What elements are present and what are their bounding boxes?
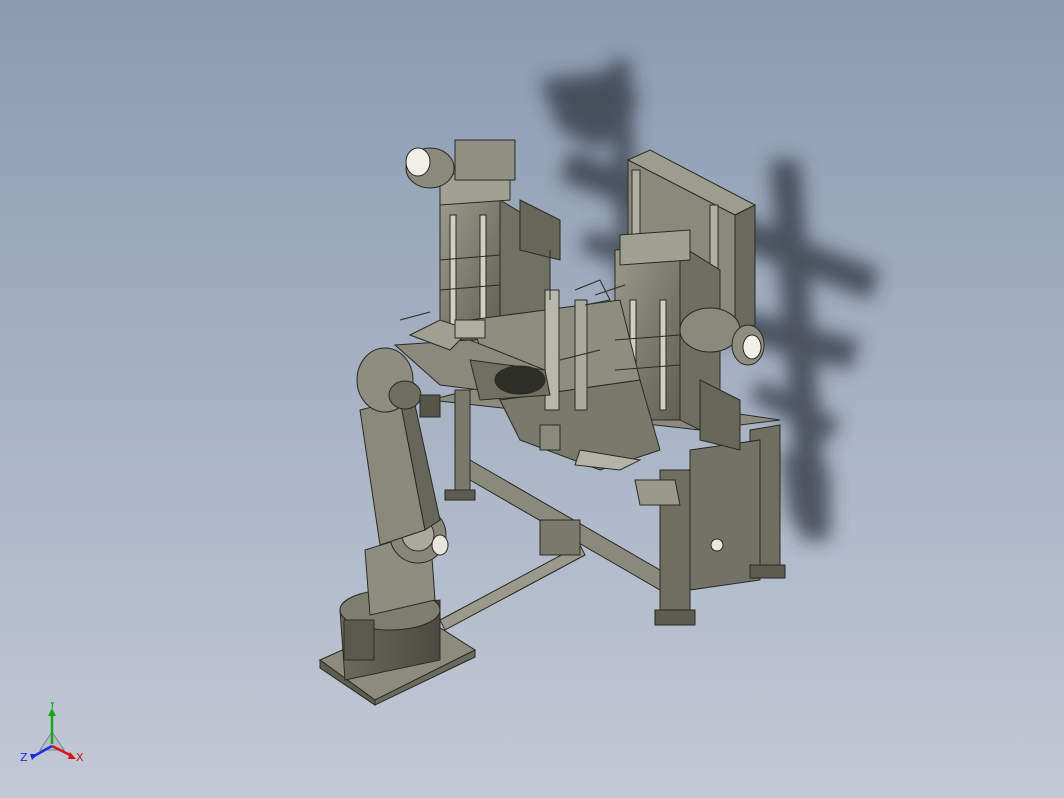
z-axis-label: Z: [20, 751, 28, 764]
z-arrow-head: [30, 754, 38, 760]
x-axis-label: X: [76, 751, 84, 764]
y-axis-label: Y: [48, 702, 56, 711]
robot-workcell-model[interactable]: [0, 0, 1064, 798]
industrial-robot-arm: [319, 319, 551, 706]
cad-3d-viewport[interactable]: Y X Z: [0, 0, 1064, 798]
coordinate-triad: Y X Z: [20, 702, 84, 764]
x-arrow-head: [68, 752, 76, 759]
